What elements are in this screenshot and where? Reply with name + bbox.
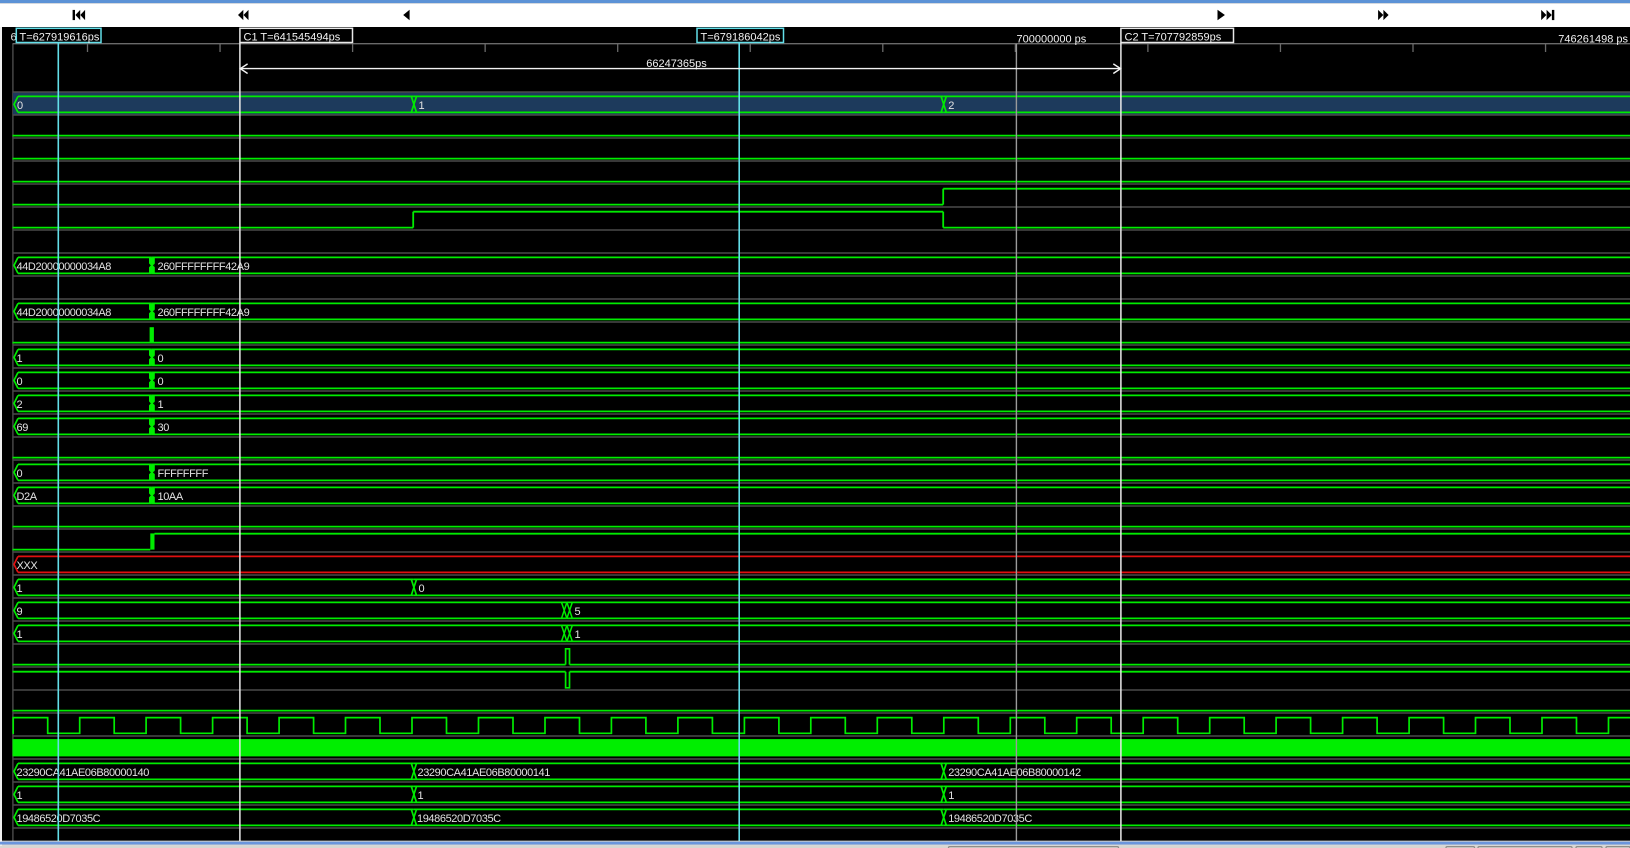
svg-text:23290CA41AE06B80000141: 23290CA41AE06B80000141: [418, 767, 551, 779]
svg-text:FFFFFFFF: FFFFFFFF: [158, 468, 209, 480]
svg-text:10AA: 10AA: [158, 491, 184, 503]
svg-text:D2A: D2A: [17, 491, 38, 503]
svg-text:746261498 ps: 746261498 ps: [1558, 34, 1628, 46]
svg-text:23290CA41AE06B80000142: 23290CA41AE06B80000142: [948, 767, 1081, 779]
svg-text:1: 1: [17, 629, 23, 641]
svg-text:1: 1: [418, 790, 424, 802]
svg-text:1: 1: [17, 790, 23, 802]
svg-text:44D20000000034A8: 44D20000000034A8: [17, 307, 112, 319]
svg-text:0: 0: [17, 100, 23, 112]
svg-text:0: 0: [17, 468, 23, 480]
svg-text:0: 0: [158, 376, 164, 388]
svg-text:0: 0: [419, 583, 425, 595]
svg-text:C2 T=707792859ps: C2 T=707792859ps: [1125, 31, 1222, 43]
svg-text:66247365ps: 66247365ps: [646, 58, 707, 70]
svg-text:XXX: XXX: [17, 560, 39, 572]
svg-text:260FFFFFFFF42A9: 260FFFFFFFF42A9: [158, 261, 250, 273]
svg-text:1: 1: [17, 583, 23, 595]
svg-text:1: 1: [575, 629, 581, 641]
svg-text:700000000 ps: 700000000 ps: [1017, 34, 1087, 46]
svg-text:19486520D7035C: 19486520D7035C: [417, 813, 501, 825]
svg-text:0: 0: [158, 353, 164, 365]
svg-text:T=679186042ps: T=679186042ps: [701, 31, 781, 43]
svg-text:0: 0: [17, 376, 23, 388]
svg-text:1: 1: [948, 790, 954, 802]
svg-text:1: 1: [158, 399, 164, 411]
svg-text:260FFFFFFFF42A9: 260FFFFFFFF42A9: [158, 307, 250, 319]
svg-text:T=627919616ps: T=627919616ps: [20, 31, 100, 43]
svg-text:69: 69: [17, 422, 29, 434]
svg-text:5: 5: [575, 606, 581, 618]
svg-text:2: 2: [948, 100, 954, 112]
svg-text:2: 2: [17, 399, 23, 411]
svg-text:C1 T=641545494ps: C1 T=641545494ps: [244, 31, 341, 43]
svg-text:30: 30: [158, 422, 170, 434]
svg-text:19486520D7035C: 19486520D7035C: [948, 813, 1032, 825]
svg-text:1: 1: [419, 100, 425, 112]
svg-text:23290CA41AE06B80000140: 23290CA41AE06B80000140: [17, 767, 150, 779]
svg-text:1: 1: [17, 353, 23, 365]
svg-text:44D20000000034A8: 44D20000000034A8: [17, 261, 112, 273]
svg-text:9: 9: [17, 606, 23, 618]
